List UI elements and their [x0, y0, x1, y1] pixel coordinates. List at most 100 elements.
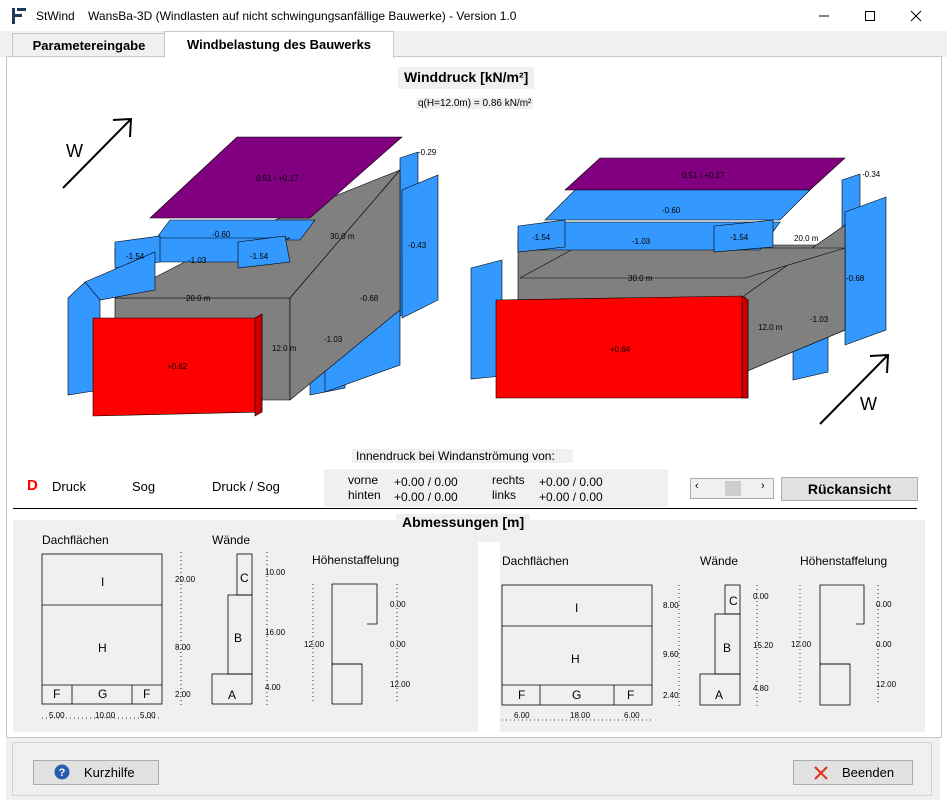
left-roof-right-label: -1.54	[250, 252, 269, 261]
right-hoehen-total: 12.00	[791, 640, 812, 649]
right-right-wall-upper	[844, 196, 887, 346]
right-hoehen-2: 0.00	[876, 640, 892, 649]
left-hoehen-3: 12.00	[390, 680, 411, 689]
right-hoehen-title: Höhenstaffelung	[800, 554, 888, 568]
left-right-wall-lower-label: -0.68	[360, 294, 379, 303]
left-zone-f2: F	[143, 687, 151, 701]
left-right-wall-front-label: -1.03	[324, 335, 343, 344]
left-roof-center-label: -1.03	[188, 256, 207, 265]
right-dach-title: Dachflächen	[502, 554, 569, 568]
beenden-label: Beenden	[842, 765, 895, 780]
innendruck-links-label: links	[492, 488, 517, 502]
right-roof-strip	[544, 189, 811, 221]
innendruck-vorne-label: vorne	[348, 473, 379, 487]
right-dim-f: 2.40	[663, 691, 679, 700]
left-dim-c: 10.00	[265, 568, 286, 577]
innendruck-rechts-label: rechts	[492, 473, 525, 487]
right-front-label: +0.64	[610, 345, 631, 354]
left-zone-a: A	[228, 688, 237, 702]
left-zone-f1: F	[53, 687, 61, 701]
kurzhilfe-label: Kurzhilfe	[84, 765, 135, 780]
left-roof-top-right-label: -0.29	[418, 148, 437, 157]
left-roof-mid-label: -0.60	[212, 230, 231, 239]
tab-windbelastung[interactable]: Windbelastung des Bauwerks	[164, 31, 394, 58]
left-dim-width: 20.0 m	[186, 294, 211, 303]
right-zone-c: C	[729, 594, 738, 608]
left-dim-bottom-1: 5.00	[49, 711, 65, 720]
left-zone-g: G	[98, 687, 108, 701]
right-roof-top-label: 0.51 / +0.17	[682, 171, 725, 180]
left-dim-h: 8.00	[175, 643, 191, 652]
right-dim-bottom-2: 18.00	[570, 711, 591, 720]
left-zone-b: B	[234, 631, 243, 645]
left-waende-title: Wände	[212, 533, 251, 547]
left-dim-bottom-3: 5.00	[140, 711, 156, 720]
right-right-wall-front-label: -1.03	[810, 315, 829, 324]
left-roof-top-label: 0.51 / +0.17	[256, 174, 299, 183]
innendruck-hinten-value: +0.00 / 0.00	[394, 490, 458, 504]
right-zone-h: H	[571, 652, 580, 666]
help-icon: ?	[54, 764, 70, 780]
left-dim-height: 12.0 m	[272, 344, 297, 353]
left-front-side	[254, 313, 263, 417]
legend-marker: D	[27, 477, 38, 494]
scroll-left-icon[interactable]: ‹	[695, 480, 699, 492]
right-waende-title: Wände	[700, 554, 739, 568]
left-wind-label: W	[66, 141, 83, 161]
right-wind-label: W	[860, 394, 877, 414]
left-dim-f: 2.00	[175, 690, 191, 699]
right-zone-a: A	[715, 688, 724, 702]
innendruck-rechts-value: +0.00 / 0.00	[539, 475, 603, 489]
right-hoehen-1: 0.00	[876, 600, 892, 609]
left-hoehen-title: Höhenstaffelung	[312, 553, 400, 567]
legend-druck: Druck	[52, 479, 86, 494]
innendruck-vorne-value: +0.00 / 0.00	[394, 475, 458, 489]
abmessungen-title: Abmessungen [m]	[396, 514, 531, 530]
beenden-button[interactable]: Beenden	[793, 760, 913, 785]
right-dim-a: 4.80	[753, 684, 769, 693]
right-front-side	[741, 295, 749, 399]
right-roof-left-label: -1.54	[532, 233, 551, 242]
left-zone-i: I	[101, 575, 105, 589]
left-dim-bottom-2: 10.00	[95, 711, 116, 720]
right-roof-right-label: -1.54	[730, 233, 749, 242]
right-dim-height: 12.0 m	[758, 323, 783, 332]
left-roof-left-label: -1.54	[126, 252, 145, 261]
right-dim-h: 9.60	[663, 650, 679, 659]
right-right-wall-upper-label: -0.68	[846, 274, 865, 283]
innendruck-links-value: +0.00 / 0.00	[539, 490, 603, 504]
right-zone-i: I	[575, 601, 579, 615]
right-dim-depth: 20.0 m	[794, 234, 819, 243]
left-zone-c: C	[240, 571, 249, 585]
right-roof-top-right-label: -0.34	[862, 170, 881, 179]
legend-druck-sog: Druck / Sog	[212, 479, 280, 494]
kurzhilfe-button[interactable]: ? Kurzhilfe	[33, 760, 159, 785]
left-right-wall-upper-label: -0.43	[408, 241, 427, 250]
right-zone-f1: F	[518, 688, 526, 702]
right-roof-center-label: -1.03	[632, 237, 651, 246]
left-hoehen-total: 12.00	[304, 640, 325, 649]
right-zone-b: B	[723, 641, 732, 655]
scroll-right-icon[interactable]: ›	[761, 480, 765, 492]
svg-text:?: ?	[59, 767, 66, 779]
left-roof-strip	[154, 219, 316, 241]
right-dim-c: 0.00	[753, 592, 769, 601]
innendruck-title: Innendruck bei Windanströmung von:	[352, 449, 573, 463]
right-dim-bottom-1: 6.00	[514, 711, 530, 720]
section-divider	[13, 508, 917, 509]
left-dim-depth: 30.0 m	[330, 232, 355, 241]
right-dim-i: 8.00	[663, 601, 679, 610]
right-dim-width: 30.0 m	[628, 274, 653, 283]
right-building-view	[470, 157, 890, 425]
abmessungen-drawings	[41, 552, 879, 721]
view-scrollbar[interactable]: ‹ ›	[690, 478, 774, 499]
left-building-view	[62, 117, 439, 417]
right-dim-b: 15.20	[753, 641, 774, 650]
left-zone-h: H	[98, 641, 107, 655]
innendruck-hinten-label: hinten	[348, 488, 381, 502]
right-dim-bottom-3: 6.00	[624, 711, 640, 720]
left-front-label: +0.62	[167, 362, 188, 371]
left-dim-i: 20.00	[175, 575, 196, 584]
scroll-thumb[interactable]	[725, 481, 741, 496]
rueckansicht-button[interactable]: Rückansicht	[781, 477, 918, 501]
